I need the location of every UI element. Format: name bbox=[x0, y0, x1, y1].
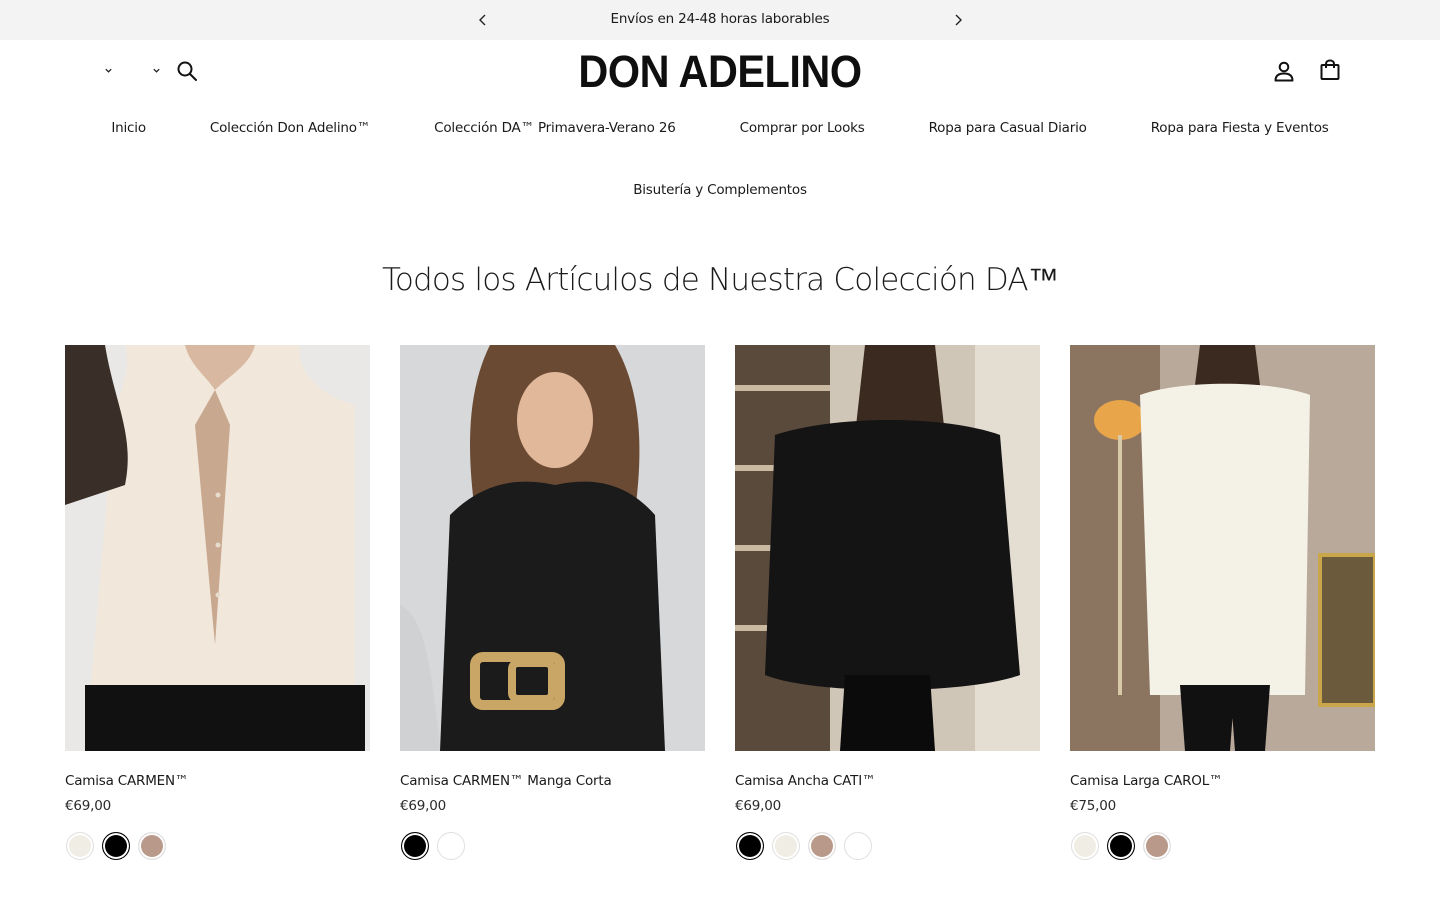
announcement-text: Envíos en 24-48 horas laborables bbox=[610, 11, 830, 27]
color-swatch[interactable] bbox=[808, 832, 836, 860]
chevron-down-icon bbox=[152, 68, 160, 73]
product-title[interactable]: Camisa CARMEN™ bbox=[65, 773, 370, 789]
nav-item[interactable]: Inicio bbox=[111, 120, 146, 136]
color-swatch[interactable] bbox=[138, 832, 166, 860]
color-swatches bbox=[735, 832, 1040, 860]
product-price: €69,00 bbox=[400, 798, 447, 814]
chevron-right-icon[interactable] bbox=[949, 11, 967, 29]
nav-row-primary: Inicio Colección Don Adelino™ Colección DA… bbox=[0, 120, 1440, 136]
product-image[interactable] bbox=[1070, 345, 1375, 751]
color-swatch[interactable] bbox=[844, 832, 872, 860]
search-icon[interactable] bbox=[176, 60, 198, 82]
color-swatch[interactable] bbox=[1071, 832, 1099, 860]
nav-item[interactable]: Bisutería y Complementos bbox=[633, 182, 807, 198]
language-selector[interactable] bbox=[132, 58, 180, 82]
color-swatch[interactable] bbox=[401, 832, 429, 860]
color-swatches bbox=[400, 832, 705, 860]
product-grid: Camisa CARMEN™ €69,00 Camisa CARMEN™ Man… bbox=[65, 345, 1375, 860]
color-swatches bbox=[65, 832, 370, 860]
product-card: Camisa Ancha CATI™ €69,00 bbox=[735, 345, 1040, 860]
color-swatch[interactable] bbox=[736, 832, 764, 860]
color-swatch[interactable] bbox=[772, 832, 800, 860]
collection-title: Todos los Artículos de Nuestra Colección… bbox=[381, 262, 1059, 298]
main-navigation: Inicio Colección Don Adelino™ Colección DA… bbox=[0, 120, 1440, 198]
product-title[interactable]: Camisa Larga CAROL™ bbox=[1070, 773, 1375, 789]
nav-item[interactable]: Colección DA™ Primavera-Verano 26 bbox=[434, 120, 676, 136]
product-price: €75,00 bbox=[1070, 798, 1117, 814]
product-title[interactable]: Camisa Ancha CATI™ bbox=[735, 773, 1040, 789]
product-card: Camisa CARMEN™ Manga Corta €69,00 bbox=[400, 345, 705, 860]
color-swatch[interactable] bbox=[1143, 832, 1171, 860]
nav-item[interactable]: Colección Don Adelino™ bbox=[210, 120, 370, 136]
nav-row-secondary: Bisutería y Complementos bbox=[0, 182, 1440, 198]
nav-item[interactable]: Ropa para Casual Diario bbox=[929, 120, 1087, 136]
product-price: €69,00 bbox=[735, 798, 782, 814]
nav-item[interactable]: Ropa para Fiesta y Eventos bbox=[1151, 120, 1329, 136]
chevron-down-icon bbox=[104, 68, 112, 73]
country-selector[interactable] bbox=[84, 58, 132, 82]
product-image[interactable] bbox=[65, 345, 370, 751]
product-price: €69,00 bbox=[65, 798, 112, 814]
color-swatches bbox=[1070, 832, 1375, 860]
shopping-bag-icon[interactable] bbox=[1318, 58, 1342, 82]
color-swatch[interactable] bbox=[66, 832, 94, 860]
header-left bbox=[84, 58, 180, 82]
announcement-bar: Envíos en 24-48 horas laborables bbox=[0, 0, 1440, 40]
nav-item[interactable]: Comprar por Looks bbox=[740, 120, 865, 136]
product-image[interactable] bbox=[400, 345, 705, 751]
product-card: Camisa CARMEN™ €69,00 bbox=[65, 345, 370, 860]
product-title[interactable]: Camisa CARMEN™ Manga Corta bbox=[400, 773, 705, 789]
color-swatch[interactable] bbox=[1107, 832, 1135, 860]
color-swatch[interactable] bbox=[102, 832, 130, 860]
color-swatch[interactable] bbox=[437, 832, 465, 860]
product-card: Camisa Larga CAROL™ €75,00 bbox=[1070, 345, 1375, 860]
brand-logo[interactable]: DON ADELINO bbox=[536, 46, 904, 98]
product-image[interactable] bbox=[735, 345, 1040, 751]
user-icon[interactable] bbox=[1272, 59, 1296, 83]
